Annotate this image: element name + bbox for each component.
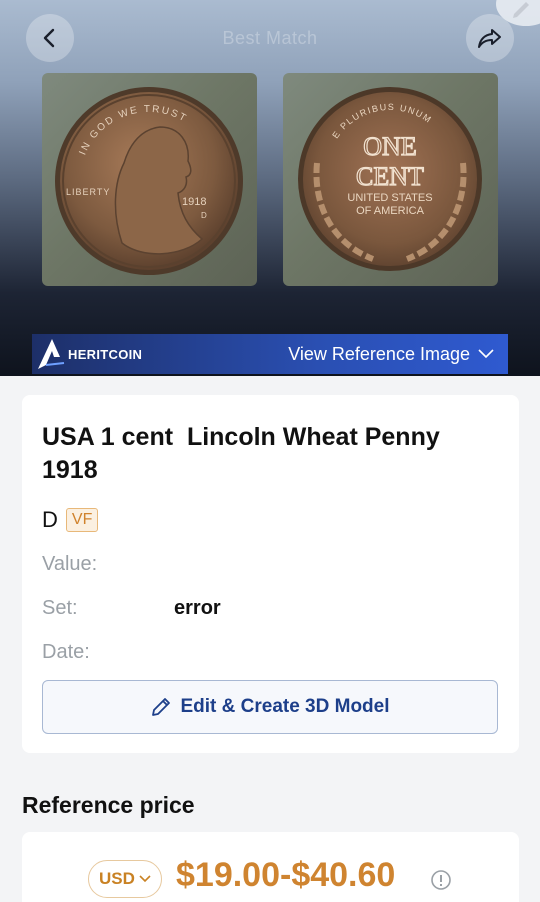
reverse-country-1: UNITED STATES	[347, 192, 432, 204]
obverse-liberty: LIBERTY	[66, 187, 110, 197]
edit-3d-label: Edit & Create 3D Model	[180, 696, 390, 717]
price-range: $19.00-$40.60	[176, 856, 396, 894]
obverse-mint: D	[201, 211, 207, 220]
coin-obverse-image[interactable]: IN GOD WE TRUST LIBERTY 1918 D	[42, 73, 257, 286]
page-title: Best Match	[222, 28, 318, 48]
chevron-down-icon	[139, 875, 151, 883]
coin-title: USA 1 cent Lincoln Wheat Penny 1918	[42, 423, 440, 484]
edit-create-3d-model-button[interactable]: Edit & Create 3D Model	[42, 680, 498, 734]
coin-reverse-image[interactable]: E PLURIBUS UNUM ONE CENT UNITED STATES O…	[283, 73, 498, 286]
grade-row: D VF	[42, 507, 99, 533]
value-label: Value:	[42, 553, 98, 575]
brand-logo: HERITCOIN	[36, 337, 142, 371]
reverse-country-2: OF AMERICA	[356, 205, 425, 217]
reference-price-card: USD $19.00-$40.60	[22, 832, 519, 902]
pencil-icon	[152, 698, 171, 716]
set-value: error	[174, 597, 221, 619]
reverse-cent: CENT	[356, 162, 424, 191]
currency-label: USD	[99, 869, 135, 888]
reference-link-label: View Reference Image	[288, 343, 470, 364]
reverse-one: ONE	[363, 132, 416, 161]
reference-banner: HERITCOIN View Reference Image	[32, 334, 508, 374]
chevron-left-icon	[43, 28, 55, 48]
grade-badge: VF	[65, 508, 99, 532]
view-reference-image-link[interactable]: View Reference Image	[288, 344, 494, 365]
coin-hero: Best Match IN GOD WE TRUST LIBERTY 1918 …	[0, 0, 540, 376]
share-arrow-icon	[478, 29, 501, 48]
heritcoin-logo-icon	[38, 339, 65, 369]
back-button[interactable]	[26, 14, 74, 62]
coin-info-card: USA 1 cent Lincoln Wheat Penny 1918 D VF…	[22, 395, 519, 753]
set-label: Set:	[42, 597, 78, 619]
mint-mark: D	[42, 507, 58, 532]
chevron-down-icon	[478, 349, 494, 359]
currency-selector[interactable]: USD	[88, 860, 162, 898]
pencil-icon	[513, 2, 529, 18]
info-icon[interactable]	[430, 869, 452, 891]
date-label: Date:	[42, 641, 90, 663]
obverse-year: 1918	[182, 196, 206, 208]
brand-name: HERITCOIN	[68, 346, 143, 362]
reference-price-title: Reference price	[22, 792, 195, 818]
